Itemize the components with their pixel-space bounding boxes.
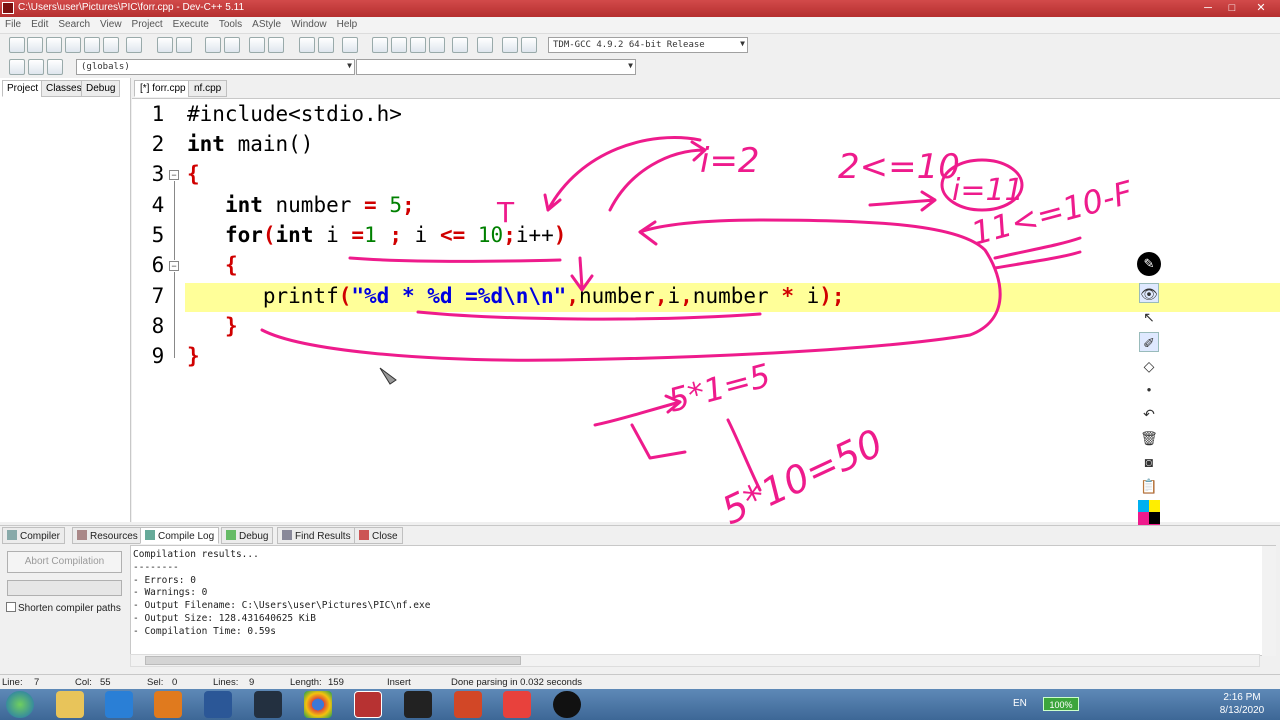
log-line: Compilation results... <box>133 549 259 560</box>
eraser-icon[interactable]: ◇ <box>1139 356 1159 376</box>
log-line: - Warnings: 0 <box>133 587 208 599</box>
compile-log-output[interactable]: Compilation results... -------- - Errors… <box>130 545 1276 656</box>
status-lines-value: 9 <box>249 677 255 688</box>
clock[interactable]: 2:16 PM 8/13/2020 <box>1212 691 1272 717</box>
status-sel-label: Sel: <box>147 677 164 688</box>
tab-find-results-label: Find Results <box>295 531 351 542</box>
dot-size-icon[interactable]: ● <box>1139 380 1159 400</box>
log-line: - Output Filename: C:\Users\user\Picture… <box>133 600 431 612</box>
arrowhead <box>638 220 658 246</box>
tab-close[interactable]: Close <box>354 527 403 544</box>
tab-debug-label: Debug <box>239 531 269 542</box>
arrow-hook <box>630 423 687 460</box>
shorten-paths-option[interactable]: Shorten compiler paths <box>6 602 121 614</box>
underline-init <box>348 256 562 263</box>
status-message: Done parsing in 0.032 seconds <box>451 677 582 688</box>
ink-text-calc2: 5*10=50 <box>715 421 889 533</box>
undo-icon[interactable]: ↶ <box>1139 404 1159 424</box>
status-col-label: Col: <box>75 677 92 688</box>
tab-debug-bottom[interactable]: Debug <box>221 527 274 544</box>
ink-text-t: T <box>496 196 515 229</box>
ink-text-i11: i=11 <box>952 173 1024 208</box>
shorten-paths-checkbox[interactable] <box>6 602 16 612</box>
word-icon[interactable] <box>204 691 232 718</box>
pen-app-icon[interactable] <box>553 691 581 718</box>
status-col-value: 55 <box>100 677 111 688</box>
clock-date: 8/13/2020 <box>1219 705 1265 716</box>
pen-cursor-icon <box>379 367 397 385</box>
arrow-to-calc1 <box>593 394 682 427</box>
devcpp-taskbar-icon[interactable] <box>354 691 382 718</box>
tab-compiler[interactable]: Compiler <box>2 527 66 544</box>
compiler-icon <box>7 530 17 540</box>
underline-printf <box>416 310 762 321</box>
status-insert-mode: Insert <box>387 677 411 688</box>
status-length-value: 159 <box>328 677 344 688</box>
status-bar: Line: 7 Col: 55 Sel: 0 Lines: 9 Length: … <box>0 674 1280 689</box>
chart-icon <box>145 530 155 540</box>
log-vertical-scrollbar[interactable] <box>1262 546 1276 656</box>
explorer-icon[interactable] <box>56 691 84 718</box>
arrow-down <box>570 256 594 292</box>
pen-tool-icon[interactable]: ✎ <box>1137 252 1161 276</box>
log-line: - Output Size: 128.431640625 KiB <box>133 612 317 624</box>
arrow-from-i2 <box>543 136 702 212</box>
ie-icon[interactable] <box>105 691 133 718</box>
shorten-paths-label: Shorten compiler paths <box>18 603 121 614</box>
status-sel-value: 0 <box>172 677 178 688</box>
log-line: -------- <box>133 561 179 573</box>
chrome-icon[interactable] <box>304 691 332 718</box>
recorder-icon[interactable] <box>503 691 531 718</box>
ink-text-i2: i=2 <box>700 141 760 181</box>
status-lines-label: Lines: <box>213 677 239 688</box>
trash-icon[interactable]: 🗑 <box>1139 428 1159 448</box>
log-line: - Errors: 0 <box>133 574 196 586</box>
select-arrow-icon[interactable]: ↖ <box>1139 307 1159 327</box>
status-length-label: Length: <box>290 677 322 688</box>
tab-compiler-label: Compiler <box>20 531 61 542</box>
log-line: - Compilation Time: 0.59s <box>133 625 276 637</box>
scrollbar-thumb[interactable] <box>145 656 521 665</box>
arrow-to-i11 <box>868 190 937 212</box>
tab-close-label: Close <box>372 531 398 542</box>
language-indicator[interactable]: EN <box>1013 698 1027 709</box>
arrow-to-i2 <box>608 140 707 212</box>
battery-indicator[interactable]: 100% <box>1043 697 1079 711</box>
abort-compilation-button[interactable]: Abort Compilation <box>7 551 122 573</box>
clipboard-icon[interactable]: 📋 <box>1139 476 1159 496</box>
ink-text-cond1: 2<=10 <box>838 147 960 187</box>
powerpoint-icon[interactable] <box>454 691 482 718</box>
status-line-value: 7 <box>34 677 40 688</box>
clock-time: 2:16 PM <box>1223 692 1261 703</box>
media-player-icon[interactable] <box>154 691 182 718</box>
close-icon <box>359 530 369 540</box>
nox-icon[interactable] <box>254 691 282 718</box>
tab-compile-log-label: Compile Log <box>158 531 215 542</box>
tab-compile-log[interactable]: Compile Log <box>140 527 220 544</box>
loop-arrow <box>260 218 1002 362</box>
start-button[interactable] <box>6 691 34 718</box>
compile-progress-bar <box>7 580 122 596</box>
eye-icon[interactable]: 👁 <box>1139 283 1159 303</box>
camera-icon[interactable]: ◙ <box>1139 452 1159 472</box>
obs-icon[interactable] <box>404 691 432 718</box>
resources-icon <box>77 530 87 540</box>
tab-resources[interactable]: Resources <box>72 527 143 544</box>
status-line-label: Line: <box>2 677 23 688</box>
highlighter-icon[interactable]: ✐ <box>1139 332 1159 352</box>
tab-resources-label: Resources <box>90 531 138 542</box>
find-icon <box>282 530 292 540</box>
ink-text-calc1: 5*1=5 <box>664 356 774 420</box>
check-icon <box>226 530 236 540</box>
tab-find-results[interactable]: Find Results <box>277 527 356 544</box>
taskbar <box>0 689 1280 720</box>
